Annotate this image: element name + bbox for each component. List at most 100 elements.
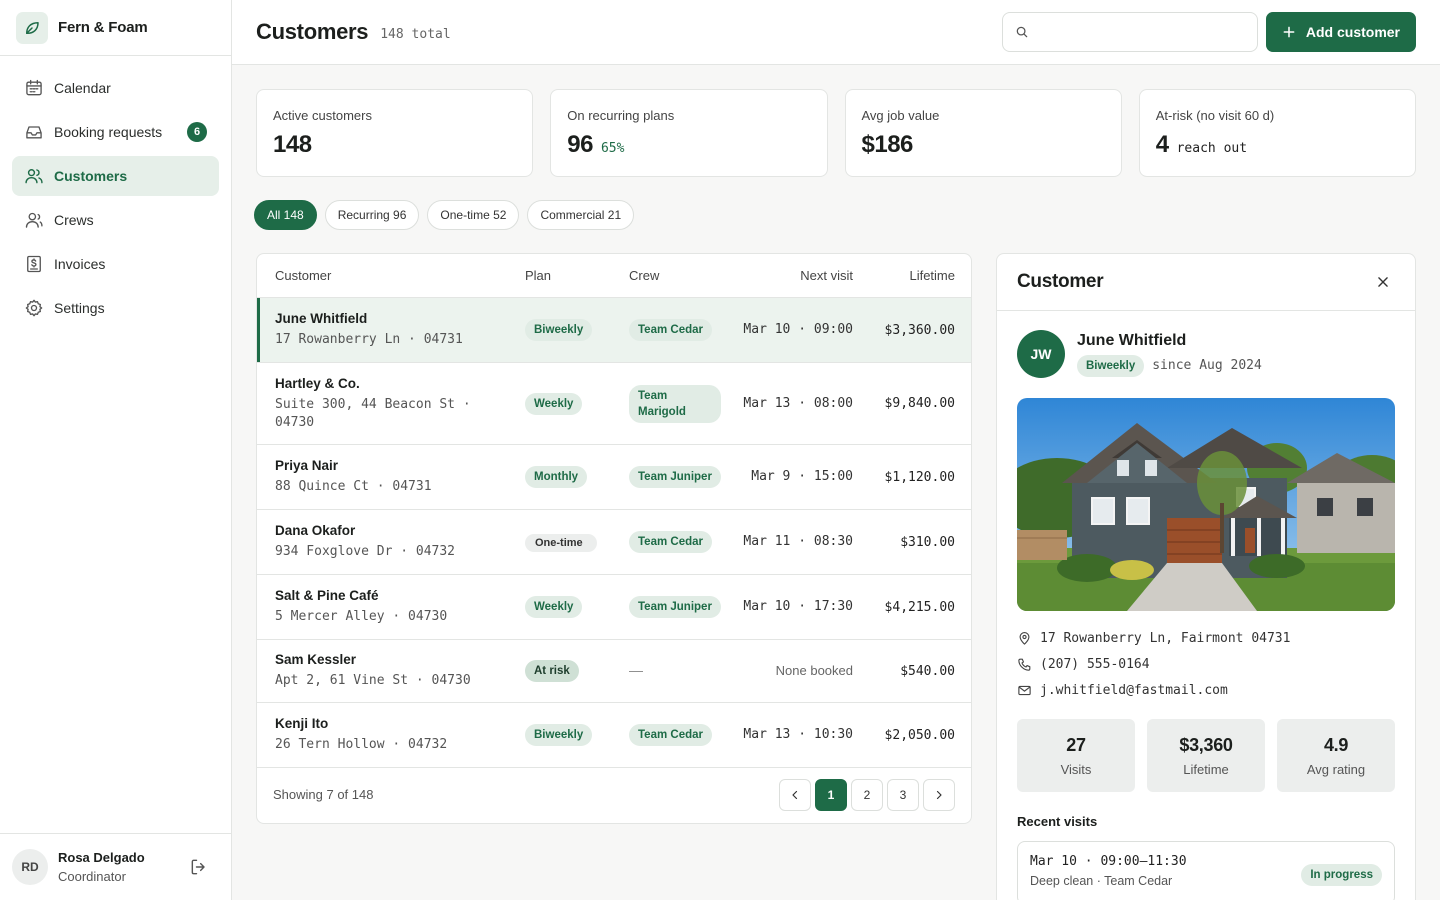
page-button[interactable]: 1 <box>815 778 847 811</box>
crew-badge: Team Juniper <box>629 466 721 488</box>
calendar-icon <box>26 79 42 96</box>
table-row[interactable]: Sam Kessler Apt 2, 61 Vine St · 04730 At … <box>257 640 971 703</box>
panel-title: Customer <box>1017 271 1104 292</box>
table-row[interactable]: Dana Okafor 934 Foxglove Dr · 04732 One-t… <box>257 510 971 575</box>
add-customer-label: Add customer <box>1305 24 1400 40</box>
plus-icon <box>1283 26 1295 38</box>
next-visit: None booked <box>775 663 853 678</box>
nav-item-booking-requests[interactable]: Booking requests 6 <box>12 112 219 152</box>
nav-item-calendar[interactable]: Calendar <box>12 68 219 108</box>
crew-badge: Team Cedar <box>629 319 712 341</box>
customer-phone[interactable]: (207) 555-0164 <box>1040 657 1150 672</box>
table-row[interactable]: Hartley & Co. Suite 300, 44 Beacon St · 0… <box>257 363 971 445</box>
table-row[interactable]: Kenji Ito 26 Tern Hollow · 04732 Biweekly… <box>257 703 971 768</box>
customer-name: Hartley & Co. <box>275 375 360 391</box>
column-plan[interactable]: Plan <box>525 268 629 283</box>
prev-page-button[interactable] <box>779 778 811 811</box>
table-row[interactable]: June Whitfield 17 Rowanberry Ln · 04731 B… <box>257 298 971 363</box>
visit-description: Deep clean · Team Cedar <box>1030 874 1173 888</box>
customer-address: 17 Rowanberry Ln · 04731 <box>275 332 463 347</box>
property-photo <box>1017 398 1395 611</box>
nav-item-crews[interactable]: Crews <box>12 200 219 240</box>
customer-address: 934 Foxglove Dr · 04732 <box>275 544 456 559</box>
lifetime-value: $1,120.00 <box>884 469 955 485</box>
lifetime-value: $2,050.00 <box>884 727 955 743</box>
nav-item-customers[interactable]: Customers <box>12 156 219 196</box>
filter-recurring[interactable]: Recurring 96 <box>324 200 420 230</box>
page-title: Customers <box>256 19 369 44</box>
stat-label: On recurring plans <box>567 108 675 123</box>
page-button[interactable]: 3 <box>887 778 919 811</box>
search-box[interactable] <box>1001 12 1258 52</box>
add-customer-button[interactable]: Add customer <box>1265 12 1416 52</box>
customer-name: Salt & Pine Café <box>275 588 379 603</box>
stat-label: Avg rating <box>1306 761 1366 777</box>
customer-email[interactable]: j.whitfield@fastmail.com <box>1040 683 1228 698</box>
stat-value: 27 <box>1066 734 1086 755</box>
page-header: Customers 148 total Add customer <box>232 0 1440 65</box>
customer-profile: JW June Whitfield Biweekly since Aug 202… <box>997 311 1415 378</box>
plan-badge: Weekly <box>525 392 583 415</box>
filter-chips: All 148 Recurring 96 One-time 52 Commerc… <box>254 200 635 230</box>
chevron-right-icon <box>936 790 942 799</box>
search-input[interactable] <box>1036 24 1245 40</box>
plan-badge: Monthly <box>525 466 588 488</box>
stat-percentage: 65% <box>600 141 625 156</box>
stat-card-avg-job: Avg job value $186 <box>844 89 1122 177</box>
brand[interactable]: Fern & Foam <box>0 0 231 56</box>
stat-value: $3,360 <box>1179 734 1233 755</box>
stat-visits: 27 Visits <box>1017 719 1135 792</box>
next-visit: Mar 13 · 10:30 <box>743 727 853 742</box>
filter-one-time[interactable]: One-time 52 <box>427 200 520 230</box>
lifetime-value: $4,215.00 <box>884 599 955 615</box>
stat-card-active: Active customers 148 <box>256 89 534 177</box>
results-count: Showing 7 of 148 <box>273 787 374 802</box>
filter-commercial[interactable]: Commercial 21 <box>527 200 635 230</box>
sidebar: Fern & Foam Calendar Booking requests 6 … <box>0 0 232 900</box>
column-crew[interactable]: Crew <box>629 268 739 283</box>
stat-value: 4.9 <box>1323 734 1349 755</box>
page-button[interactable]: 2 <box>851 778 883 811</box>
column-lifetime[interactable]: Lifetime <box>853 268 971 283</box>
gear-icon <box>25 299 43 317</box>
user-role: Coordinator <box>58 869 126 884</box>
crew-badge: Team Marigold <box>629 384 721 423</box>
current-user: RD Rosa Delgado Coordinator <box>0 833 231 900</box>
nav-item-settings[interactable]: Settings <box>12 288 219 328</box>
search-icon <box>1016 26 1028 38</box>
stat-label: Lifetime <box>1183 761 1229 777</box>
table-row[interactable]: Salt & Pine Café 5 Mercer Alley · 04730 W… <box>257 575 971 640</box>
visit-time: Mar 10 · 09:00–11:30 <box>1030 854 1187 869</box>
mail-icon <box>1018 685 1031 695</box>
stat-value: 148 <box>273 131 312 158</box>
next-page-button[interactable] <box>923 778 955 811</box>
stat-value: 4 <box>1155 131 1169 158</box>
customer-detail-panel: Customer JW June Whitfield Biweekly sinc… <box>996 253 1416 900</box>
table-header: Customer Plan Crew Next visit Lifetime <box>257 254 971 298</box>
plan-badge: Biweekly <box>525 319 593 341</box>
visit-item[interactable]: Mar 10 · 09:00–11:30 Deep clean · Team C… <box>1017 841 1395 900</box>
stat-rating: 4.9 Avg rating <box>1277 719 1395 792</box>
logout-icon[interactable] <box>189 857 209 877</box>
plan-badge: Biweekly <box>525 724 593 746</box>
table-row[interactable]: Priya Nair 88 Quince Ct · 04731 Monthly T… <box>257 445 971 510</box>
crew-badge: Team Cedar <box>629 724 712 746</box>
close-icon <box>1378 277 1388 287</box>
customer-address: 88 Quince Ct · 04731 <box>275 479 432 494</box>
column-customer[interactable]: Customer <box>257 268 525 283</box>
next-visit: Mar 11 · 08:30 <box>743 534 853 549</box>
main-nav: Calendar Booking requests 6 Customers Cr… <box>0 56 231 344</box>
column-next-visit[interactable]: Next visit <box>739 268 853 283</box>
customer-name: Priya Nair <box>275 458 339 473</box>
nav-label: Crews <box>54 212 94 228</box>
booking-count-badge: 6 <box>187 122 207 142</box>
customer-stats: 27 Visits $3,360 Lifetime 4.9 Avg rating <box>997 703 1415 792</box>
nav-item-invoices[interactable]: Invoices <box>12 244 219 284</box>
next-visit: Mar 10 · 17:30 <box>743 599 853 614</box>
close-panel-button[interactable] <box>1371 270 1395 294</box>
plan-badge: One-time <box>525 533 597 552</box>
filter-all[interactable]: All 148 <box>254 200 317 230</box>
stat-label: Avg job value <box>861 108 940 123</box>
plan-badge: Biweekly <box>1077 354 1145 377</box>
next-visit: Mar 10 · 09:00 <box>743 322 853 337</box>
